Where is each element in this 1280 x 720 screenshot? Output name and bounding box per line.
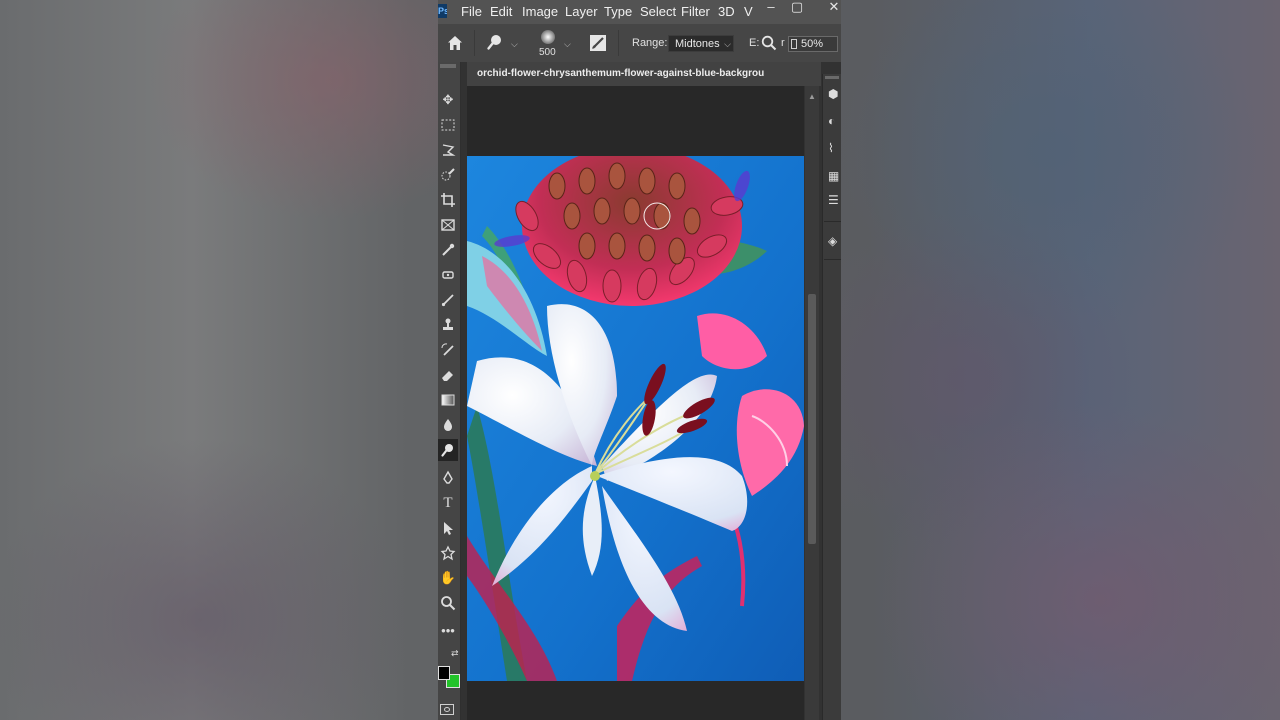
type-tool-icon[interactable]: T (438, 492, 458, 514)
menu-select[interactable]: Select (640, 4, 676, 19)
gradient-tool-icon[interactable] (438, 389, 458, 411)
exposure-label-partial: r (781, 37, 785, 49)
menu-type[interactable]: Type (604, 4, 632, 19)
menu-3d[interactable]: 3D (718, 4, 735, 19)
range-select[interactable]: Midtones ⌵ (668, 35, 734, 52)
options-bar: ⌵ 500 ⌵ Range: Midtones ⌵ E: r 50% (438, 24, 841, 62)
zoom-tool-icon[interactable] (438, 592, 458, 614)
options-separator (618, 30, 619, 56)
canvas-image[interactable] (467, 156, 804, 681)
crop-tool-icon[interactable] (438, 189, 458, 211)
pen-tool-icon[interactable] (438, 467, 458, 489)
tools-panel: ✥ T ✋ ••• ⇄ (438, 62, 461, 720)
brush-picker-dropdown-icon[interactable]: ⌵ (564, 39, 571, 50)
menu-bar: Ps File Edit Image Layer Type Select Fil… (438, 0, 841, 24)
range-select-value: Midtones (675, 38, 720, 50)
panel-separator (824, 259, 841, 260)
restore-button[interactable]: ▢ (785, 0, 809, 18)
eyedropper-icon[interactable] (438, 239, 458, 261)
3d-panel-icon[interactable]: ⬢ (828, 86, 841, 102)
chevron-down-icon: ⌵ (724, 39, 731, 49)
menu-view-partial[interactable]: V (744, 4, 753, 19)
quick-selection-icon[interactable] (438, 164, 458, 186)
exposure-field[interactable]: 50% (788, 36, 838, 52)
lasso-tool-icon[interactable] (438, 139, 458, 161)
exposure-value: 50% (801, 38, 824, 50)
document-tab-bar: orchid-flower-chrysanthemum-flower-again… (467, 62, 823, 86)
hand-tool-icon[interactable]: ✋ (438, 567, 458, 589)
eraser-icon[interactable] (438, 364, 458, 386)
history-brush-icon[interactable] (438, 339, 458, 361)
minimize-button[interactable]: – (759, 0, 783, 18)
color-panel-icon[interactable]: ◐ (828, 113, 841, 129)
menu-edit[interactable]: Edit (490, 4, 512, 19)
dodge-tool-preset-icon[interactable] (486, 33, 504, 51)
panel-separator (824, 221, 841, 222)
exposure-scrubber-icon (791, 39, 797, 49)
panel-grip[interactable] (825, 76, 839, 79)
brush-size-label: 500 (539, 47, 556, 58)
photoshop-logo-icon: Ps (438, 4, 447, 18)
rectangular-marquee-icon[interactable] (438, 114, 458, 136)
close-button[interactable]: ✕ (822, 0, 841, 18)
properties-panel-icon[interactable]: ☰ (828, 192, 841, 208)
scroll-up-icon[interactable]: ▲ (808, 92, 816, 101)
tool-preset-dropdown-icon[interactable]: ⌵ (511, 39, 518, 50)
brush-preview-icon[interactable] (539, 28, 557, 46)
home-icon[interactable] (446, 34, 464, 52)
menu-file[interactable]: File (461, 4, 482, 19)
search-icon[interactable] (761, 35, 777, 51)
swap-colors-icon[interactable]: ⇄ (451, 648, 459, 659)
options-separator (474, 30, 475, 56)
exposure-label: E: (749, 37, 760, 49)
menu-image[interactable]: Image (522, 4, 558, 19)
foreground-color-swatch[interactable] (438, 666, 450, 680)
layers-panel-icon[interactable]: ◈ (828, 233, 841, 249)
range-label: Range: (632, 37, 668, 49)
dodge-tool-icon[interactable] (438, 439, 458, 461)
clone-stamp-icon[interactable] (438, 314, 458, 336)
spot-healing-icon[interactable] (438, 264, 458, 286)
more-tools-icon[interactable]: ••• (438, 620, 458, 642)
frame-tool-icon[interactable] (438, 214, 458, 236)
vertical-scroll-thumb[interactable] (808, 294, 816, 544)
menu-layer[interactable]: Layer (565, 4, 598, 19)
paths-panel-icon[interactable]: ⌇ (828, 140, 841, 156)
menu-filter[interactable]: Filter (681, 4, 710, 19)
brush-tool-icon[interactable] (438, 289, 458, 311)
quick-mask-icon[interactable] (440, 704, 454, 715)
document-tab[interactable]: orchid-flower-chrysanthemum-flower-again… (467, 62, 821, 86)
path-selection-icon[interactable] (438, 517, 458, 539)
toolbar-grip[interactable] (440, 64, 456, 68)
vertical-scrollbar[interactable]: ▲ (805, 86, 819, 720)
history-panel-icon[interactable]: ▦ (828, 168, 841, 184)
blur-tool-icon[interactable] (438, 414, 458, 436)
move-tool-icon[interactable]: ✥ (438, 89, 458, 111)
right-panel-dock: ⬢ ◐ ⌇ ▦ ☰ ◈ (822, 74, 841, 720)
custom-shape-icon[interactable] (438, 542, 458, 564)
brush-settings-icon[interactable] (589, 34, 607, 52)
